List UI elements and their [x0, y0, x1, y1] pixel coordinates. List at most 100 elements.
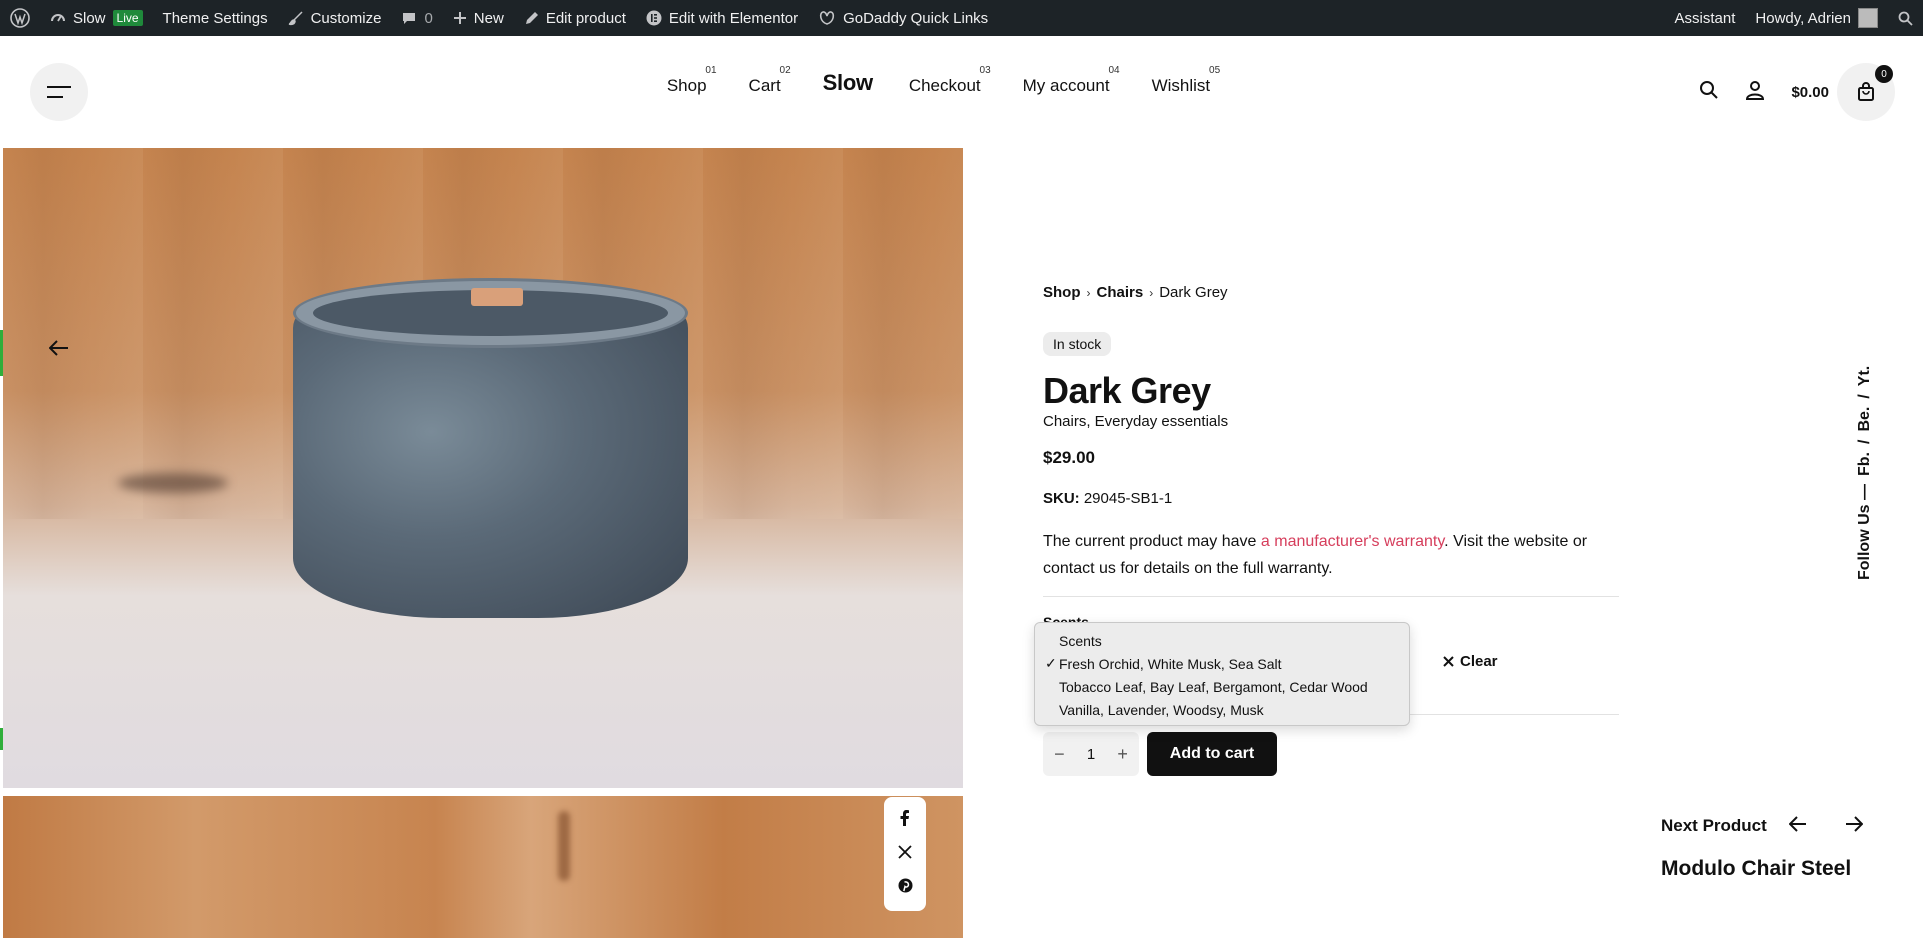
user-account-link[interactable]: Howdy, Adrien	[1745, 0, 1888, 36]
dropdown-option[interactable]: Scents	[1035, 629, 1409, 652]
warranty-link[interactable]: a manufacturer's warranty	[1261, 533, 1444, 550]
table-spot	[118, 473, 228, 493]
facebook-link[interactable]: Fb.	[1856, 452, 1874, 476]
wordpress-logo-icon[interactable]	[0, 0, 40, 36]
product-description: The current product may have a manufactu…	[1043, 528, 1623, 582]
breadcrumb: Shop › Chairs › Dark Grey	[1043, 284, 1228, 301]
nav-label: Shop	[666, 76, 707, 95]
search-icon	[1898, 11, 1913, 26]
search-icon	[1700, 80, 1719, 99]
customize-link[interactable]: Customize	[278, 0, 392, 36]
option-label: Scents	[1059, 632, 1102, 649]
comment-icon	[403, 13, 416, 24]
dropdown-option[interactable]: Vanilla, Lavender, Woodsy, Musk	[1035, 698, 1409, 721]
close-icon	[1443, 656, 1454, 667]
cart-total[interactable]: $0.00	[1791, 84, 1829, 101]
dropdown-option-selected[interactable]: ✓ Fresh Orchid, White Musk, Sea Salt	[1035, 652, 1409, 675]
brush-icon	[288, 11, 303, 26]
option-label: Vanilla, Lavender, Woodsy, Musk	[1059, 701, 1264, 718]
cart-button[interactable]: 0	[1837, 63, 1895, 121]
pencil-icon	[525, 11, 538, 24]
site-name-link[interactable]: Slow Live	[40, 0, 153, 36]
separator: /	[1856, 394, 1873, 399]
arrow-right-icon[interactable]	[1845, 816, 1863, 832]
site-header: 01 Shop 02 Cart Slow 03 Checkout 04 My accou…	[0, 36, 1923, 148]
nav-item-wishlist[interactable]: 05 Wishlist	[1152, 65, 1221, 96]
assistant-label: Assistant	[1674, 9, 1736, 27]
live-badge: Live	[112, 10, 143, 26]
edit-product-label: Edit product	[545, 9, 626, 27]
nav-number: 03	[979, 65, 991, 76]
breadcrumb-shop[interactable]: Shop	[1043, 284, 1081, 301]
product-sku: SKU: 29045-SB1-1	[1043, 490, 1172, 507]
next-product-label: Next Product	[1661, 816, 1767, 835]
site-name: Slow	[73, 9, 106, 27]
shopping-bag-icon	[1858, 82, 1874, 101]
avatar	[1858, 8, 1878, 28]
breadcrumb-current: Dark Grey	[1159, 284, 1228, 301]
option-label: Tobacco Leaf, Bay Leaf, Bergamont, Cedar…	[1059, 678, 1368, 695]
product-image-main[interactable]	[3, 148, 963, 788]
nav-item-cart[interactable]: 02 Cart	[748, 65, 791, 96]
x-share-button[interactable]	[898, 845, 912, 864]
account-button[interactable]	[1745, 80, 1765, 105]
checkmark-icon: ✓	[1045, 655, 1057, 671]
godaddy-icon	[819, 11, 835, 25]
stock-badge: In stock	[1043, 332, 1112, 356]
dashboard-icon	[51, 14, 65, 22]
behance-link[interactable]: Be.	[1856, 407, 1874, 432]
separator: /	[1856, 439, 1873, 444]
clear-variation-button[interactable]: Clear	[1443, 653, 1498, 670]
comments-count: 0	[424, 9, 433, 27]
nav-item-my-account[interactable]: 04 My account	[1023, 65, 1120, 96]
divider	[1043, 596, 1619, 597]
share-box	[884, 797, 926, 911]
facebook-icon	[900, 810, 909, 826]
breadcrumb-chairs[interactable]: Chairs	[1097, 284, 1144, 301]
godaddy-label: GoDaddy Quick Links	[843, 9, 989, 27]
customize-label: Customize	[310, 9, 382, 27]
option-label: Fresh Orchid, White Musk, Sea Salt	[1059, 655, 1282, 672]
header-search-button[interactable]	[1699, 80, 1719, 105]
new-label: New	[473, 9, 504, 27]
new-content-link[interactable]: New	[443, 0, 514, 36]
theme-settings-label: Theme Settings	[162, 9, 268, 27]
pinterest-share-button[interactable]	[898, 878, 913, 898]
godaddy-link[interactable]: GoDaddy Quick Links	[808, 0, 998, 36]
youtube-link[interactable]: Yt.	[1856, 366, 1874, 386]
header-actions: $0.00 0	[1699, 63, 1895, 121]
product-price: $29.00	[1043, 448, 1095, 467]
howdy-label: Howdy, Adrien	[1755, 9, 1851, 27]
product-categories[interactable]: Chairs, Everyday essentials	[1043, 413, 1228, 430]
nav-number: 05	[1209, 65, 1221, 76]
admin-search-button[interactable]	[1888, 0, 1923, 36]
theme-settings-link[interactable]: Theme Settings	[153, 0, 278, 36]
assistant-link[interactable]: Assistant	[1665, 0, 1746, 36]
dropdown-option[interactable]: Tobacco Leaf, Bay Leaf, Bergamont, Cedar…	[1035, 675, 1409, 698]
edit-elementor-link[interactable]: Edit with Elementor	[636, 0, 808, 36]
product-image-second[interactable]	[3, 796, 963, 938]
edit-elementor-label: Edit with Elementor	[668, 9, 799, 27]
nav-number: 04	[1108, 65, 1120, 76]
sku-label: SKU:	[1043, 490, 1080, 507]
cart-count-badge: 0	[1875, 65, 1893, 83]
nav-item-checkout[interactable]: 03 Checkout	[909, 65, 991, 96]
scents-dropdown: Scents ✓ Fresh Orchid, White Musk, Sea Sa…	[1034, 622, 1410, 726]
edit-product-link[interactable]: Edit product	[514, 0, 636, 36]
pot-body	[293, 308, 688, 618]
site-logo[interactable]: Slow	[823, 70, 873, 96]
add-to-cart-button[interactable]: Add to cart	[1147, 732, 1277, 776]
quantity-value[interactable]: 1	[1087, 746, 1095, 763]
back-arrow-icon[interactable]	[49, 340, 69, 356]
arrow-left-icon[interactable]	[1789, 816, 1807, 832]
facebook-share-button[interactable]	[898, 810, 912, 831]
next-product-name[interactable]: Modulo Chair Steel	[1661, 857, 1851, 881]
comments-link[interactable]: 0	[391, 0, 442, 36]
pinterest-icon	[898, 878, 912, 893]
product-nav	[1789, 816, 1863, 832]
plus-button[interactable]: +	[1117, 744, 1128, 765]
minus-button[interactable]: −	[1054, 744, 1065, 765]
nav-item-shop[interactable]: 01 Shop	[666, 65, 717, 96]
candle-pot	[293, 278, 688, 618]
nav-label: Cart	[748, 76, 781, 95]
